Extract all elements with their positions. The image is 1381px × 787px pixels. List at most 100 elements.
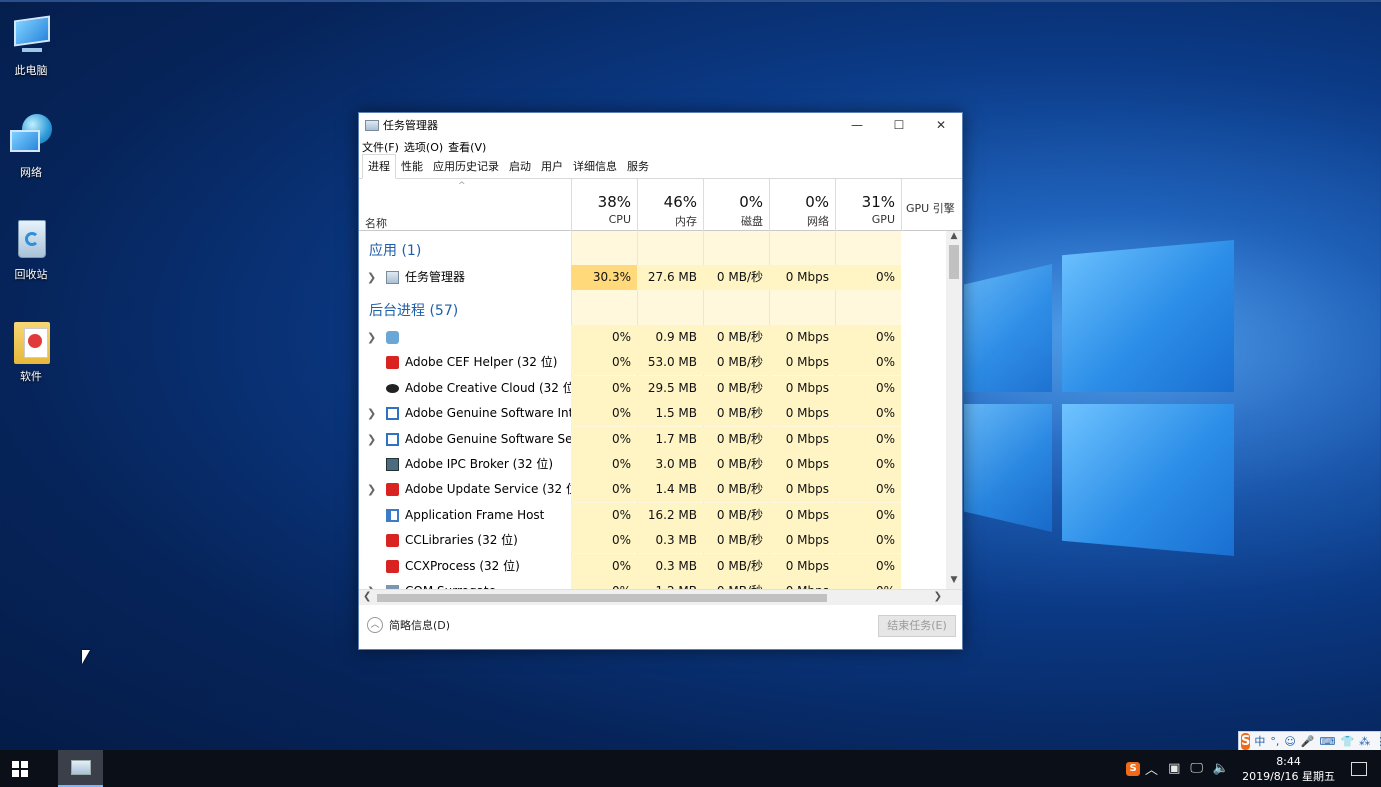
tab-details[interactable]: 详细信息 xyxy=(568,155,622,178)
chevron-up-icon[interactable]: ︿ xyxy=(1145,759,1158,778)
process-row[interactable]: Adobe IPC Broker (32 位) 0% 3.0 MB 0 MB/秒 0 M… xyxy=(359,452,947,477)
process-row[interactable]: ❯ 任务管理器 30.3% 27.6 MB 0 MB/秒 0 Mbps 0% xyxy=(359,265,947,290)
network-status-icon[interactable]: 🖵 xyxy=(1190,761,1203,776)
notification-icon[interactable] xyxy=(1351,761,1367,776)
expand-chevron-icon[interactable]: ❯ xyxy=(367,427,376,452)
cpu-cell: 0% xyxy=(571,477,637,503)
process-row[interactable]: CCLibraries (32 位) 0% 0.3 MB 0 MB/秒 0 Mbps 0% xyxy=(359,528,947,554)
menu-options[interactable]: 选项(O) xyxy=(404,139,443,155)
ime-toolbar[interactable]: S 中 °, ☺ 🎤 ⌨ 👕 ⁂ ⋮ xyxy=(1238,731,1381,751)
ipc-icon xyxy=(386,458,399,471)
menu-view[interactable]: 查看(V) xyxy=(448,139,486,155)
process-name: Adobe IPC Broker (32 位) xyxy=(405,457,554,471)
process-row[interactable]: ❯ Adobe Genuine Software Ser... 0% 1.7 MB 0 … xyxy=(359,426,947,452)
wallpaper-logo-pane xyxy=(1062,240,1234,392)
ime-punct-icon[interactable]: °, xyxy=(1270,735,1279,748)
disk-cell: 0 MB/秒 xyxy=(703,579,769,589)
process-row[interactable]: ❯COM Surrogate0%1.2 MB0 MB/秒0 Mbps0% xyxy=(359,579,947,589)
column-gpu[interactable]: 31% GPU xyxy=(835,179,901,231)
column-name[interactable]: 名称 xyxy=(365,215,387,231)
tab-processes[interactable]: 进程 xyxy=(362,154,396,179)
close-button[interactable]: ✕ xyxy=(920,113,962,137)
gpu-cell: 0% xyxy=(835,579,901,589)
scroll-thumb[interactable] xyxy=(377,594,827,602)
wallpaper-logo-pane xyxy=(964,264,1052,392)
desktop-icon-network[interactable]: 网络 xyxy=(4,114,58,180)
chevron-up-icon: ︿ xyxy=(367,617,383,633)
menu-file[interactable]: 文件(F) xyxy=(362,139,399,155)
expand-chevron-icon[interactable]: ❯ xyxy=(367,477,376,502)
tab-performance[interactable]: 性能 xyxy=(396,155,428,178)
expand-chevron-icon[interactable]: ❯ xyxy=(367,265,376,290)
service-icon xyxy=(386,432,399,446)
process-row[interactable]: Adobe Creative Cloud (32 位) 0% 29.5 MB 0 MB… xyxy=(359,375,947,401)
disk-cell: 0 MB/秒 xyxy=(703,350,769,376)
memory-cell: 0.3 MB xyxy=(637,528,703,554)
minimize-button[interactable]: — xyxy=(836,113,878,137)
process-row[interactable]: ❯ Adobe Update Service (32 位) 0% 1.4 MB 0 MB… xyxy=(359,477,947,503)
expand-chevron-icon[interactable]: ❯ xyxy=(367,579,376,589)
ime-more-icon[interactable]: ⋮ xyxy=(1375,735,1381,748)
gpu-cell: 0% xyxy=(835,477,901,503)
column-memory[interactable]: 46% 内存 xyxy=(637,179,703,231)
sogou-tray-icon[interactable]: S xyxy=(1126,761,1141,776)
vertical-scrollbar[interactable]: ▲ ▼ xyxy=(946,231,962,589)
desktop-icon-label: 网络 xyxy=(20,166,42,179)
cpu-cell: 0% xyxy=(571,452,637,477)
scroll-left-icon[interactable]: ❮ xyxy=(363,591,371,602)
column-gpu-engine[interactable]: GPU 引擎 xyxy=(901,179,963,231)
column-network[interactable]: 0% 网络 xyxy=(769,179,835,231)
memory-cell: 1.2 MB xyxy=(637,579,703,589)
gpu-cell: 0% xyxy=(835,502,901,528)
process-row[interactable]: Application Frame Host 0% 16.2 MB 0 MB/秒 0 M… xyxy=(359,502,947,528)
column-disk[interactable]: 0% 磁盘 xyxy=(703,179,769,231)
column-cpu[interactable]: 38% CPU xyxy=(571,179,637,231)
expand-chevron-icon[interactable]: ❯ xyxy=(367,401,376,426)
taskbar-task-manager[interactable] xyxy=(58,750,103,787)
process-row[interactable]: Adobe CEF Helper (32 位) 0% 53.0 MB 0 MB/秒 0 … xyxy=(359,350,947,376)
tab-app-history[interactable]: 应用历史记录 xyxy=(428,155,504,178)
start-button[interactable] xyxy=(0,750,40,787)
ime-mic-icon[interactable]: 🎤 xyxy=(1301,735,1315,748)
network-icon xyxy=(8,114,54,160)
cpu-cell: 0% xyxy=(571,350,637,376)
tab-services[interactable]: 服务 xyxy=(622,155,654,178)
ime-tools-icon[interactable]: ⁂ xyxy=(1359,735,1370,748)
maximize-button[interactable]: ☐ xyxy=(878,113,920,137)
memory-cell: 29.5 MB xyxy=(637,375,703,401)
volume-icon[interactable]: 🔈 xyxy=(1213,761,1229,776)
cpu-label: CPU xyxy=(608,213,631,226)
desktop-icon-software[interactable]: 软件 xyxy=(4,318,58,384)
horizontal-scrollbar[interactable]: ❮ ❯ xyxy=(359,589,962,605)
disk-total: 0% xyxy=(739,193,763,211)
process-row[interactable]: CCXProcess (32 位) 0% 0.3 MB 0 MB/秒 0 Mbps 0% xyxy=(359,553,947,579)
scroll-right-icon[interactable]: ❯ xyxy=(934,591,942,602)
scroll-up-icon[interactable]: ▲ xyxy=(946,231,962,245)
desktop-icon-this-pc[interactable]: 此电脑 xyxy=(4,12,58,78)
process-row[interactable]: ❯ 0% 0.9 MB 0 MB/秒 0 Mbps 0% xyxy=(359,325,947,350)
network-label: 网络 xyxy=(807,215,829,228)
windows-logo-icon xyxy=(12,760,28,777)
title-bar[interactable]: 任务管理器 — ☐ ✕ xyxy=(359,113,962,137)
desktop-icon-recycle-bin[interactable]: 回收站 xyxy=(4,216,58,282)
tab-users[interactable]: 用户 xyxy=(536,155,568,178)
scroll-down-icon[interactable]: ▼ xyxy=(946,575,962,589)
gpu-cell: 0% xyxy=(835,325,901,350)
ime-keyboard-icon[interactable]: ⌨ xyxy=(1320,735,1336,748)
cpu-cell: 0% xyxy=(571,579,637,589)
tab-startup[interactable]: 启动 xyxy=(504,155,536,178)
ime-skin-icon[interactable]: 👕 xyxy=(1340,735,1354,748)
ime-emoji-icon[interactable]: ☺ xyxy=(1284,735,1295,748)
end-task-button[interactable]: 结束任务(E) xyxy=(878,615,956,637)
memory-total: 46% xyxy=(663,193,697,211)
expand-chevron-icon[interactable]: ❯ xyxy=(367,325,376,350)
scroll-thumb[interactable] xyxy=(949,245,959,279)
memory-label: 内存 xyxy=(675,215,697,228)
tablet-icon[interactable]: ▣ xyxy=(1168,761,1180,776)
cpu-cell: 0% xyxy=(571,426,637,452)
sogou-icon: S xyxy=(1241,732,1251,750)
fewer-details-button[interactable]: ︿ 简略信息(D) xyxy=(367,617,450,633)
clock[interactable]: 8:44 2019/8/16 星期五 xyxy=(1242,754,1335,784)
ime-mode[interactable]: 中 xyxy=(1254,733,1265,749)
process-row[interactable]: ❯Adobe Genuine Software Inte...0%1.5 MB0… xyxy=(359,401,947,427)
